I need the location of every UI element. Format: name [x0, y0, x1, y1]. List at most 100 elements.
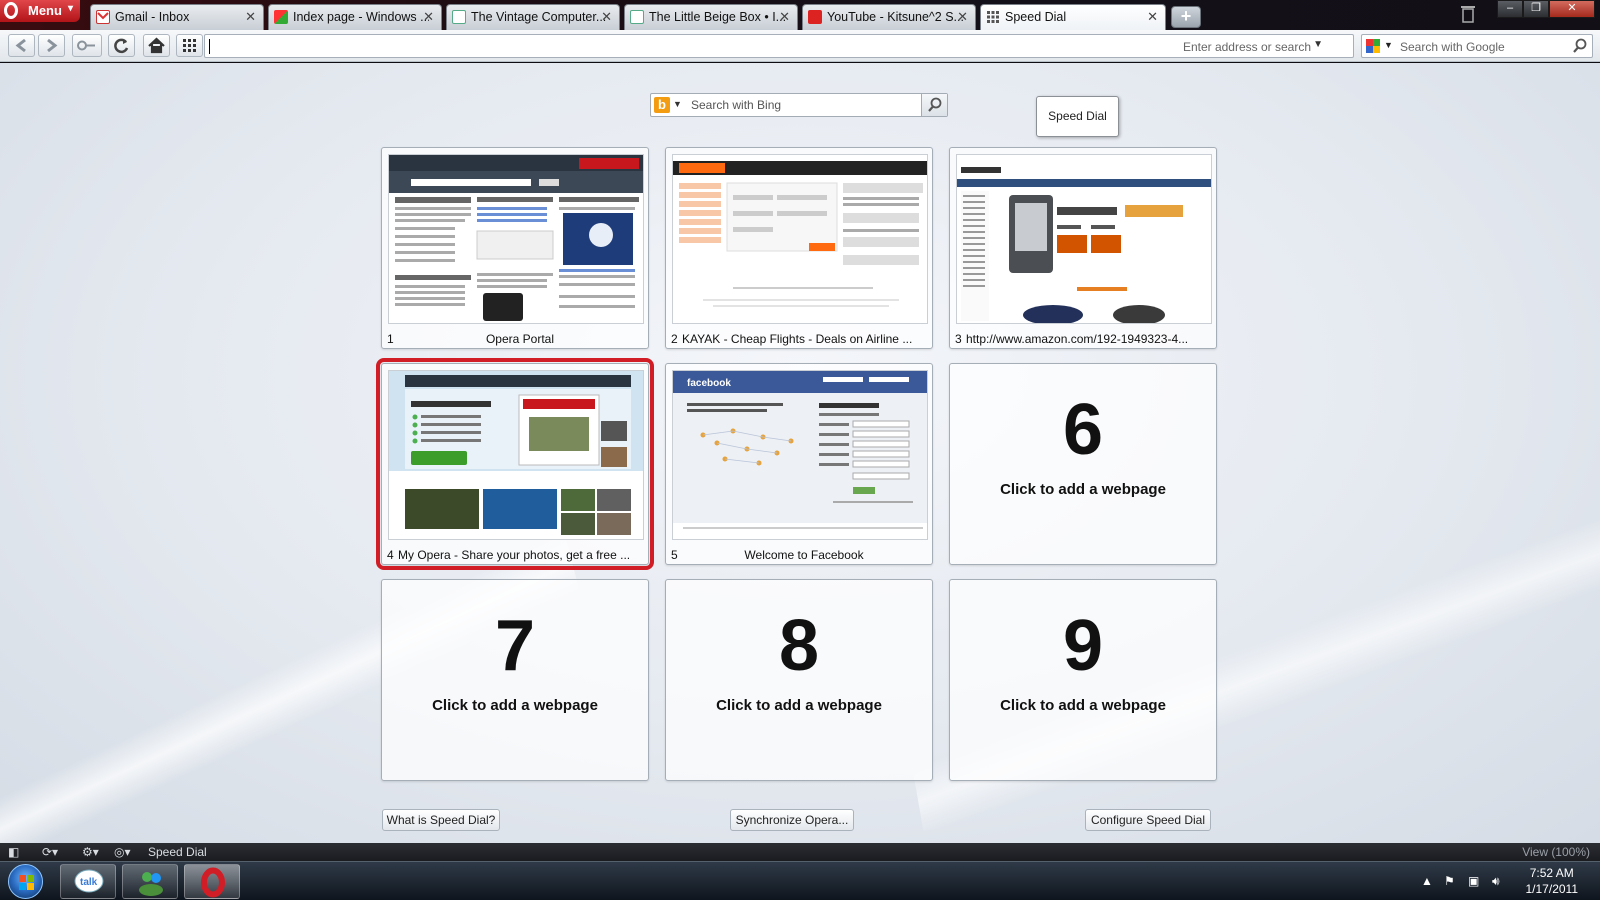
speed-dial-cell-4[interactable]: 4 My Opera - Share your photos, get a fr… [376, 358, 654, 570]
tab-title: Speed Dial [1005, 10, 1067, 24]
clock-time: 7:52 AM [1529, 866, 1574, 880]
tab-title: YouTube - Kitsune^2 S... [827, 10, 963, 24]
tab-little-beige-box[interactable]: The Little Beige Box • I... ✕ [624, 4, 798, 30]
speed-dial-cell-6[interactable]: 6 Click to add a webpage [949, 363, 1217, 565]
close-window-button[interactable]: ✕ [1549, 0, 1595, 18]
forward-arrow-icon [47, 38, 58, 53]
speed-dial-cell-9[interactable]: 9 Click to add a webpage [949, 579, 1217, 781]
close-icon[interactable]: ✕ [601, 9, 612, 25]
bing-icon[interactable]: b [654, 97, 670, 113]
volume-icon[interactable]: 🔊︎ [1492, 874, 1500, 889]
search-field[interactable]: ▼ Search with Google [1361, 34, 1593, 58]
panel-toggle-icon[interactable]: ◧ [8, 845, 19, 859]
close-icon[interactable]: ✕ [245, 9, 256, 25]
search-icon[interactable] [921, 94, 947, 116]
cell-title: Welcome to Facebook [744, 548, 864, 562]
svg-text:talk: talk [80, 877, 98, 888]
key-icon [77, 40, 95, 51]
windows-page-icon [274, 10, 288, 24]
forward-button[interactable] [38, 34, 65, 57]
speed-dial-cell-8[interactable]: 8 Click to add a webpage [665, 579, 933, 781]
configure-speed-dial-button[interactable]: Configure Speed Dial [1085, 809, 1211, 831]
home-button[interactable] [143, 34, 170, 57]
opera-logo-icon [4, 2, 18, 19]
speed-dial-cell-2[interactable]: 2 KAYAK - Cheap Flights - Deals on Airli… [665, 147, 933, 349]
minimize-button[interactable]: – [1497, 0, 1523, 18]
unite-icon[interactable]: ⚙▾ [82, 845, 99, 859]
back-arrow-icon [15, 38, 26, 53]
speed-dial-cell-3[interactable]: 3 http://www.amazon.com/192-1949323-4... [949, 147, 1217, 349]
tab-title: The Vintage Computer... [471, 10, 607, 24]
new-tab-button[interactable]: + [1171, 6, 1201, 28]
cell-number: 9 [1062, 606, 1104, 686]
address-field[interactable]: Enter address or search ▼ [204, 34, 1354, 58]
tab-youtube[interactable]: YouTube - Kitsune^2 S... ✕ [802, 4, 976, 30]
network-icon[interactable]: ▣ [1468, 874, 1479, 888]
add-webpage-label: Click to add a webpage [1000, 481, 1166, 498]
trash-icon[interactable] [1460, 4, 1476, 24]
bing-search-placeholder: Search with Bing [691, 98, 782, 112]
cell-number: 2 [671, 332, 678, 346]
sync-icon[interactable]: ⟳▾ [42, 845, 58, 859]
cell-title: My Opera - Share your photos, get a free… [398, 548, 631, 562]
google-icon[interactable] [1365, 38, 1381, 54]
add-webpage-label: Click to add a webpage [1000, 697, 1166, 714]
page-icon [630, 10, 644, 24]
restore-button[interactable]: ❐ [1523, 0, 1549, 18]
windows-live-messenger-icon[interactable] [122, 864, 178, 899]
page-thumbnail [388, 154, 644, 324]
svg-text:facebook: facebook [687, 378, 731, 389]
windows-start-button[interactable] [8, 864, 43, 899]
clock-date: 1/17/2011 [1525, 882, 1579, 896]
google-talk-icon[interactable]: talk [60, 864, 116, 899]
zoom-level[interactable]: View (100%) [1522, 845, 1590, 859]
tab-title: Gmail - Inbox [115, 10, 190, 24]
what-is-speed-dial-button[interactable]: What is Speed Dial? [382, 809, 500, 831]
show-hidden-icons-icon[interactable]: ▲ [1421, 874, 1433, 888]
back-button[interactable] [8, 34, 35, 57]
speed-dial-cell-1[interactable]: 1 Opera Portal [381, 147, 649, 349]
home-icon [148, 37, 165, 54]
reload-icon [114, 38, 129, 54]
opera-icon[interactable] [184, 864, 240, 899]
turbo-icon[interactable]: ◎▾ [114, 845, 131, 859]
action-center-flag-icon[interactable]: ⚑ [1444, 874, 1455, 888]
fast-forward-button[interactable] [72, 34, 102, 57]
bing-search-field[interactable]: b ▼ Search with Bing [650, 93, 948, 117]
tab-title: Index page - Windows ... [293, 10, 429, 24]
close-icon[interactable]: ✕ [779, 9, 790, 25]
youtube-icon [808, 10, 822, 24]
chevron-down-icon[interactable]: ▼ [673, 99, 682, 109]
address-dropdown-icon[interactable]: ▼ [1313, 39, 1323, 50]
speed-dial-cell-5[interactable]: facebook 5 Welcome to Facebook [665, 363, 933, 565]
page-thumbnail [956, 154, 1212, 324]
cell-number: 3 [955, 332, 962, 346]
tab-gmail[interactable]: Gmail - Inbox ✕ [90, 4, 264, 30]
opera-menu-button[interactable]: Menu ▾ [0, 0, 80, 22]
close-icon[interactable]: ✕ [957, 9, 968, 25]
menu-label: Menu [28, 3, 62, 18]
search-placeholder: Search with Google [1400, 40, 1505, 54]
synchronize-opera-button[interactable]: Synchronize Opera... [730, 809, 854, 831]
status-page-label: Speed Dial [148, 845, 207, 859]
page-thumbnail [672, 154, 928, 324]
speed-dial-cell-7[interactable]: 7 Click to add a webpage [381, 579, 649, 781]
system-clock[interactable]: 7:52 AM 1/17/2011 [1526, 865, 1579, 897]
windows-taskbar: talk ▲ ⚑ ▣ 🔊︎ 7:52 AM 1/17/2011 [0, 861, 1600, 900]
add-webpage-label: Click to add a webpage [716, 697, 882, 714]
tab-vintage-computer[interactable]: The Vintage Computer... ✕ [446, 4, 620, 30]
close-icon[interactable]: ✕ [423, 9, 434, 25]
chevron-down-icon[interactable]: ▼ [1384, 40, 1393, 50]
tab-index-page[interactable]: Index page - Windows ... ✕ [268, 4, 442, 30]
chevron-down-icon: ▾ [68, 3, 74, 14]
page-thumbnail [388, 370, 644, 540]
tab-speed-dial[interactable]: Speed Dial ✕ [980, 4, 1166, 31]
page-thumbnail: facebook [672, 370, 928, 540]
close-icon[interactable]: ✕ [1147, 9, 1158, 25]
reload-button[interactable] [108, 34, 135, 57]
add-webpage-label: Click to add a webpage [432, 697, 598, 714]
search-icon[interactable] [1570, 36, 1590, 56]
speed-dial-button[interactable] [176, 34, 203, 57]
address-placeholder: Enter address or search [1182, 40, 1311, 54]
tab-bar: Menu ▾ Gmail - Inbox ✕ Index page - Wind… [0, 0, 1600, 31]
